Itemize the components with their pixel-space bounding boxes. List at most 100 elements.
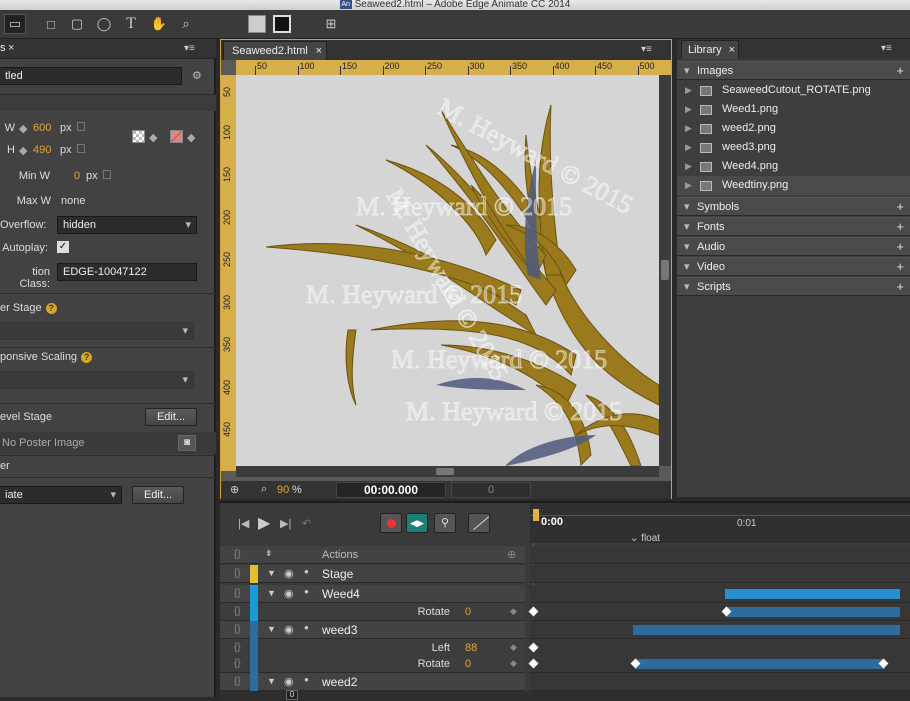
height-value[interactable]: 490 (33, 144, 51, 156)
library-image-item[interactable]: ▶ weed2.png (677, 119, 910, 138)
script-icon[interactable]: {} (234, 588, 241, 599)
script-icon[interactable]: {} (234, 642, 241, 653)
scroll-thumb[interactable] (661, 260, 669, 280)
go-to-start-icon[interactable]: |◀ (238, 517, 249, 530)
horizontal-ruler[interactable]: 50100150200250300350400450500550600 (236, 60, 740, 75)
min-width-value[interactable]: 0 (74, 170, 80, 182)
min-width-unit[interactable]: px (86, 170, 98, 182)
add-icon[interactable]: + (896, 238, 904, 256)
timeline-row[interactable]: {} ▼ ◉ ● weed3 (220, 621, 525, 639)
expand-icon[interactable]: ▶ (685, 100, 692, 119)
add-icon[interactable]: + (896, 198, 904, 216)
zoom-icon[interactable]: ⌕ (261, 483, 267, 496)
script-icon[interactable]: {} (234, 606, 241, 617)
timeline-row[interactable]: {} ⇟ Actions ⊕ (220, 546, 525, 564)
bg-keyframe-icon[interactable]: ◆ (149, 131, 157, 144)
expand-icon[interactable]: ▶ (685, 157, 692, 176)
keyframe-icon[interactable]: ◆ (510, 642, 517, 653)
expand-icon[interactable]: ▶ (685, 138, 692, 157)
properties-tab[interactable]: s × ▾≡ (0, 39, 216, 59)
selection-tool-icon[interactable]: ▭ (4, 14, 26, 34)
expand-icon[interactable]: ▼ (267, 676, 276, 686)
eye-icon[interactable]: ◉ (284, 675, 294, 688)
vertical-ruler[interactable]: 50 100 150 200 250 300 350 400 450 (221, 75, 236, 471)
artboard[interactable]: M. Heyward © 2015 M. Heyward © 2015 M. H… (236, 75, 659, 466)
library-section-audio[interactable]: Audio+ (677, 237, 910, 256)
close-icon[interactable]: × (316, 42, 322, 60)
max-width-value[interactable]: none (61, 195, 85, 207)
library-image-item[interactable]: ▶ SeaweedCutout_ROTATE.png (677, 81, 910, 100)
stage-canvas[interactable]: M. Heyward © 2015 M. Heyward © 2015 M. H… (236, 75, 659, 466)
keyframe-icon[interactable]: ◆ (510, 658, 517, 669)
min-width-toggle[interactable] (103, 170, 111, 179)
timeline-track[interactable] (530, 565, 910, 583)
playhead-handle[interactable] (533, 509, 539, 521)
undo-icon[interactable]: ↶ (302, 517, 311, 530)
play-icon[interactable]: ▶ (258, 513, 270, 533)
timeline-row[interactable]: {} ▼ ◉ ● Weed4 (220, 585, 525, 603)
add-icon[interactable]: + (896, 62, 904, 80)
pin-button[interactable]: ⚲ (434, 513, 456, 533)
go-to-end-icon[interactable]: ▶| (280, 517, 291, 530)
library-section-symbols[interactable]: Symbols+ (677, 197, 910, 216)
library-section-images[interactable]: Images+ (677, 61, 910, 80)
vertical-scrollbar[interactable] (659, 75, 671, 466)
timeline-ruler[interactable]: 0:00 0:01 ⌄ float (530, 503, 910, 544)
expand-icon[interactable]: ▶ (685, 81, 692, 100)
library-section-fonts[interactable]: Fonts+ (677, 217, 910, 236)
eye-icon[interactable]: ◉ (284, 567, 294, 580)
close-icon[interactable]: × (729, 41, 735, 59)
height-keyframe-icon[interactable]: ◆ (19, 144, 27, 157)
preloader-edit-button[interactable]: Edit... (132, 486, 184, 504)
zoom-tool-icon[interactable]: ⌕ (175, 14, 197, 34)
expand-icon[interactable]: ▼ (267, 568, 276, 578)
composition-id-icon[interactable]: ⚙ (192, 69, 202, 82)
help-icon[interactable]: ? (81, 352, 93, 363)
timeline-row[interactable]: {} ▼ ◉ ● Stage (220, 565, 525, 583)
library-section-video[interactable]: Video+ (677, 257, 910, 276)
add-icon[interactable]: + (896, 278, 904, 296)
crosshair-icon[interactable]: ⊕ (230, 483, 239, 496)
scroll-thumb[interactable] (436, 468, 454, 475)
close-icon[interactable]: × (8, 42, 14, 54)
panel-menu-icon[interactable]: ▾≡ (641, 44, 655, 55)
width-value[interactable]: 600 (33, 122, 51, 134)
animation-bar[interactable] (725, 607, 900, 617)
animation-bar[interactable] (725, 589, 900, 599)
autoplay-checkbox[interactable]: ✓ (57, 241, 69, 253)
expand-icon[interactable]: ▼ (267, 588, 276, 598)
eye-icon[interactable]: ◉ (284, 623, 294, 636)
stage-name-field[interactable]: tled (0, 67, 182, 85)
ellipse-tool-icon[interactable]: ◯ (93, 14, 115, 34)
stage-frame-field[interactable]: 0 (451, 482, 531, 498)
lock-icon[interactable]: ● (304, 567, 309, 576)
background-color-swatch[interactable] (132, 130, 145, 143)
lock-icon[interactable]: ● (304, 587, 309, 596)
width-unit[interactable]: px (60, 122, 72, 134)
panel-menu-icon[interactable]: ▾≡ (881, 43, 895, 54)
script-icon[interactable]: {} (234, 549, 241, 560)
auto-transition-button[interactable]: ◀▶ (406, 513, 428, 533)
lock-icon[interactable]: ● (304, 675, 309, 684)
poster-keyframe-icon[interactable]: ◆ (187, 131, 195, 144)
script-icon[interactable]: {} (234, 676, 241, 687)
timeline-track[interactable] (530, 673, 910, 691)
height-unit[interactable]: px (60, 144, 72, 156)
script-icon[interactable]: {} (234, 658, 241, 669)
animation-bar[interactable] (633, 625, 900, 635)
border-color-swatch[interactable] (273, 15, 291, 33)
document-tab[interactable]: Seaweed2.html × (223, 41, 327, 60)
library-image-item[interactable]: ▶ weed3.png (677, 138, 910, 157)
expand-icon[interactable]: ▶ (685, 119, 692, 138)
timeline-row[interactable]: {} Rotate 0 ◆ (220, 655, 525, 673)
frame-field[interactable]: 0 (286, 690, 298, 700)
add-action-icon[interactable]: ⊕ (507, 548, 516, 561)
script-icon[interactable]: {} (234, 624, 241, 635)
timeline-track[interactable] (530, 546, 910, 564)
down-level-edit-button[interactable]: Edit... (145, 408, 197, 426)
add-icon[interactable]: + (896, 258, 904, 276)
seaweed-image[interactable]: M. Heyward © 2015 M. Heyward © 2015 M. H… (236, 75, 659, 466)
script-icon[interactable]: {} (234, 568, 241, 579)
timeline-row[interactable]: {} ▼ ◉ ● weed2 (220, 673, 525, 691)
eye-icon[interactable]: ◉ (284, 587, 294, 600)
